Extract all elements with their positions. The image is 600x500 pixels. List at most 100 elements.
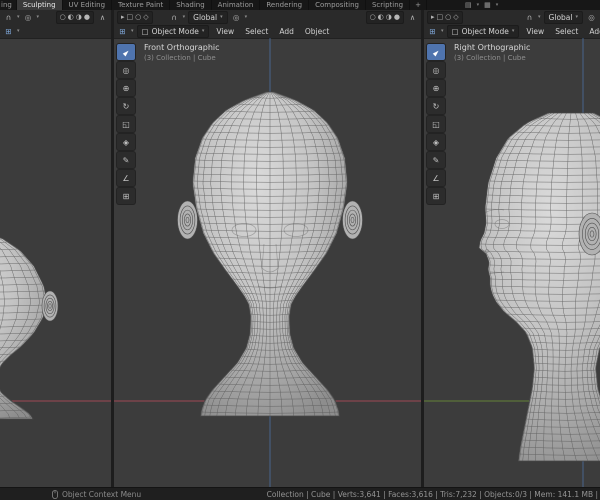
add-workspace-button[interactable]: + (410, 0, 427, 10)
viewport-header-row-2: ⊞ ▾ ▢ Object Mode ▾ View Select Add Obje… (114, 24, 421, 38)
chevron-down-icon: ▾ (495, 2, 499, 8)
tool-tweak-button[interactable]: ► (117, 44, 135, 60)
workspace-tab-scripting[interactable]: Scripting (366, 0, 411, 10)
viewport-area-right: ▸ □ ○ ◇ ∩ ▾ Global ▾ ◎ ⊞ ▾ ▢ Object Mode… (424, 10, 600, 488)
tool-annotate-button[interactable]: ✎ (117, 152, 135, 168)
object-mode-icon: ▢ (141, 26, 149, 36)
tool-measure-button[interactable]: ∠ (117, 170, 135, 186)
header-overflow-icon[interactable]: ∧ (407, 12, 418, 23)
chevron-down-icon: ▾ (131, 28, 134, 34)
proportional-editing-icon[interactable]: ◎ (231, 12, 242, 23)
viewport-header-row-2: ⊞ ▾ ▢ Object Mode ▾ View Select Add Obje… (424, 24, 600, 38)
3d-viewport-right[interactable] (424, 38, 600, 488)
select-circle-icon[interactable]: ○ (445, 13, 451, 21)
menu-view[interactable]: View (522, 27, 548, 36)
scene-statistics: Collection | Cube | Verts:3,641 | Faces:… (266, 489, 598, 499)
workspace-tab-shading[interactable]: Shading (170, 0, 212, 10)
workspace-tab-animation[interactable]: Animation (212, 0, 261, 10)
select-tweak-icon[interactable]: ▸ (121, 13, 125, 21)
editor-type-icon[interactable]: ⊞ (117, 26, 128, 37)
shading-material-icon[interactable]: ◑ (76, 13, 82, 21)
shading-mode-cluster: ○ ◐ ◑ ● (55, 10, 94, 24)
tool-rotate-button[interactable]: ↻ (427, 98, 445, 114)
tool-rotate-button[interactable]: ↻ (117, 98, 135, 114)
3d-viewport-front[interactable] (114, 38, 421, 488)
shading-wireframe-icon[interactable]: ○ (370, 13, 376, 21)
tool-scale-button[interactable]: ◱ (427, 116, 445, 132)
tool-transform-button[interactable]: ◈ (427, 134, 445, 150)
mouse-icon (52, 489, 58, 499)
select-box-icon[interactable]: □ (127, 13, 134, 21)
annotate-icon: ✎ (432, 155, 440, 165)
select-tweak-icon[interactable]: ▸ (431, 13, 435, 21)
viewport-area-center: ▸ □ ○ ◇ ∩ ▾ Global ▾ ◎ ▾ ○ ◐ ◑ ● ∧ ⊞ ▾ ▢… (114, 10, 421, 488)
snap-magnet-icon[interactable]: ∩ (524, 12, 535, 23)
shading-rendered-icon[interactable]: ● (84, 13, 90, 21)
mode-label: Object Mode (151, 26, 199, 36)
shading-rendered-icon[interactable]: ● (394, 13, 400, 21)
menu-select[interactable]: Select (551, 27, 582, 36)
chevron-down-icon: ▾ (17, 28, 20, 34)
chevron-down-icon: ▾ (441, 28, 444, 34)
tool-tweak-button[interactable]: ► (427, 44, 445, 60)
chevron-down-icon: ▾ (17, 14, 20, 20)
tool-move-button[interactable]: ⊕ (427, 80, 445, 96)
tool-transform-button[interactable]: ◈ (117, 134, 135, 150)
view-layer-icon[interactable]: ▦ (484, 0, 491, 10)
snap-magnet-icon[interactable]: ∩ (3, 12, 14, 23)
tool-scale-button[interactable]: ◱ (117, 116, 135, 132)
shading-wireframe-icon[interactable]: ○ (60, 13, 66, 21)
workspace-tab-compositing[interactable]: Compositing (309, 0, 366, 10)
menu-add[interactable]: Add (585, 27, 600, 36)
workspace-tab-rendering[interactable]: Rendering (260, 0, 310, 10)
tool-add-cube-button[interactable]: ⊞ (427, 188, 445, 204)
tool-shelf: ► ◎ ⊕ ↻ ◱ ◈ ✎ ∠ ⊞ (427, 44, 445, 204)
menu-add[interactable]: Add (275, 27, 298, 36)
menu-select[interactable]: Select (241, 27, 272, 36)
select-lasso-icon[interactable]: ◇ (143, 13, 148, 21)
chevron-down-icon: ▾ (511, 28, 515, 34)
annotate-icon: ✎ (122, 155, 130, 165)
workspace-tab-modeling[interactable]: ing (0, 0, 17, 10)
measure-icon: ∠ (432, 173, 440, 183)
snap-magnet-icon[interactable]: ∩ (169, 12, 180, 23)
shading-solid-icon[interactable]: ◐ (68, 13, 74, 21)
select-lasso-icon[interactable]: ◇ (453, 13, 458, 21)
tool-measure-button[interactable]: ∠ (427, 170, 445, 186)
shading-material-icon[interactable]: ◑ (386, 13, 392, 21)
editor-type-icon[interactable]: ⊞ (427, 26, 438, 37)
chevron-down-icon: ▾ (182, 14, 186, 20)
status-keymap-hint: Object Context Menu (52, 490, 141, 499)
tool-cursor-button[interactable]: ◎ (427, 62, 445, 78)
proportional-editing-icon[interactable]: ◎ (23, 12, 34, 23)
editor-type-icon[interactable]: ⊞ (3, 26, 14, 37)
scene-icon[interactable]: ▤ (465, 0, 472, 10)
mode-dropdown[interactable]: ▢ Object Mode ▾ (446, 24, 520, 38)
viewport-header-row-1: ▸ □ ○ ◇ ∩ ▾ Global ▾ ◎ (424, 10, 600, 24)
tool-add-cube-button[interactable]: ⊞ (117, 188, 135, 204)
select-box-icon[interactable]: □ (437, 13, 444, 21)
menu-view[interactable]: View (212, 27, 238, 36)
shading-solid-icon[interactable]: ◐ (378, 13, 384, 21)
add-cube-icon: ⊞ (432, 191, 440, 201)
scale-icon: ◱ (122, 119, 130, 129)
workspace-tab-uv-editing[interactable]: UV Editing (63, 0, 113, 10)
topbar: ing Sculpting UV Editing Texture Paint S… (0, 0, 600, 10)
transform-orientation-dropdown[interactable]: Global ▾ (543, 10, 583, 24)
header-overflow-icon[interactable]: ∧ (97, 12, 108, 23)
tool-move-button[interactable]: ⊕ (117, 80, 135, 96)
add-cube-icon: ⊞ (122, 191, 130, 201)
workspace-tab-texture-paint[interactable]: Texture Paint (112, 0, 171, 10)
select-circle-icon[interactable]: ○ (135, 13, 141, 21)
transform-icon: ◈ (432, 137, 440, 147)
mode-dropdown[interactable]: ▢ Object Mode ▾ (136, 24, 210, 38)
3d-viewport-left[interactable] (0, 38, 111, 488)
tool-annotate-button[interactable]: ✎ (427, 152, 445, 168)
proportional-editing-icon[interactable]: ◎ (586, 12, 597, 23)
menu-object[interactable]: Object (301, 27, 333, 36)
transform-orientation-dropdown[interactable]: Global ▾ (188, 10, 228, 24)
view-label: Front Orthographic (144, 43, 220, 52)
tool-cursor-button[interactable]: ◎ (117, 62, 135, 78)
viewport-header: ▸ □ ○ ◇ ∩ ▾ Global ▾ ◎ ⊞ ▾ ▢ Object Mode… (424, 10, 600, 39)
workspace-tab-sculpting[interactable]: Sculpting (16, 0, 63, 10)
